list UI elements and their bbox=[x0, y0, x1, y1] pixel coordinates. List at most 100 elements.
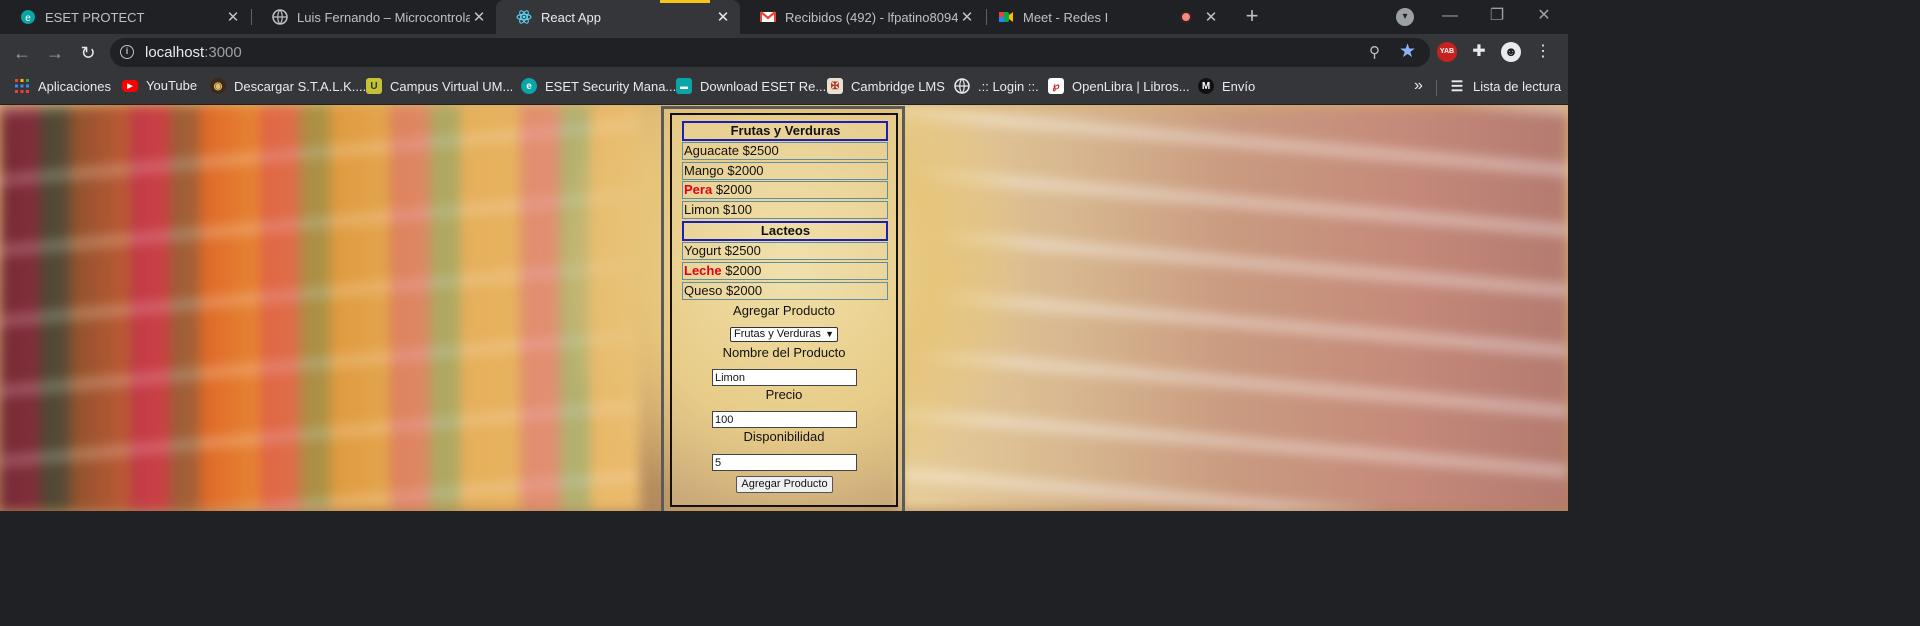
stalker-icon: ◉ bbox=[210, 78, 226, 94]
tab-search-icon[interactable]: ▾ bbox=[1396, 8, 1414, 26]
bookmark-youtube[interactable]: ▶ YouTube bbox=[122, 78, 197, 93]
tab-title: Recibidos (492) - lfpatino80947@ bbox=[785, 9, 958, 25]
address-bar[interactable]: i localhost:3000 ⚲ ★ bbox=[110, 38, 1430, 67]
product-name: Limon bbox=[684, 202, 720, 217]
bookmarks-overflow-icon[interactable]: » bbox=[1414, 77, 1423, 95]
bookmarks-bar: Aplicaciones ▶ YouTube ◉ Descargar S.T.A… bbox=[0, 71, 1568, 105]
list-item: Limon $100 bbox=[682, 201, 888, 219]
zoom-icon[interactable]: ⚲ bbox=[1369, 43, 1380, 61]
restore-icon[interactable]: ❐ bbox=[1487, 6, 1507, 26]
price-label: Precio bbox=[765, 387, 803, 402]
tab-title: Luis Fernando – Microcontrolado bbox=[297, 9, 470, 25]
gmail-icon bbox=[760, 9, 776, 25]
bookmark-login[interactable]: .:: Login ::. bbox=[954, 78, 1039, 94]
close-tab-icon[interactable]: ✕ bbox=[1202, 8, 1220, 26]
bookmark-openlibra[interactable]: ℘ OpenLibra | Libros... bbox=[1048, 78, 1190, 94]
extension-badge: YAB bbox=[1439, 48, 1455, 55]
tab-title: ESET PROTECT bbox=[45, 9, 145, 25]
bookmark-eset-security[interactable]: e ESET Security Mana... bbox=[521, 78, 676, 94]
profile-avatar-icon[interactable]: ☻ bbox=[1501, 42, 1521, 62]
stock-label: Disponibilidad bbox=[743, 429, 825, 444]
react-icon bbox=[516, 9, 532, 25]
tab-title: Meet - Redes I bbox=[1023, 9, 1109, 25]
bookmark-cambridge[interactable]: ✠ Cambridge LMS bbox=[827, 78, 945, 94]
price-input[interactable] bbox=[712, 411, 857, 428]
reading-list-icon: ☰ bbox=[1450, 77, 1464, 94]
youtube-icon: ▶ bbox=[122, 79, 138, 92]
list-item: Mango $2000 bbox=[682, 162, 888, 180]
tab-loading-indicator bbox=[660, 0, 710, 3]
tab-gmail[interactable]: Recibidos (492) - lfpatino80947@ ✕ bbox=[740, 0, 984, 34]
forward-icon[interactable]: → bbox=[44, 42, 66, 64]
list-item: Queso $2000 bbox=[682, 282, 888, 300]
tab-react-app[interactable]: React App ✕ bbox=[496, 0, 740, 34]
bookmark-label: YouTube bbox=[146, 78, 198, 93]
bookmark-label: Cambridge LMS bbox=[851, 78, 945, 94]
product-price: $2500 bbox=[742, 143, 779, 158]
bookmark-label: Download ESET Re... bbox=[700, 78, 827, 94]
product-price: $100 bbox=[723, 202, 752, 217]
stock-input[interactable] bbox=[712, 454, 857, 471]
reading-list-label: Lista de lectura bbox=[1473, 78, 1562, 94]
close-tab-icon[interactable]: ✕ bbox=[958, 8, 976, 26]
tab-strip: e ESET PROTECT ✕ Luis Fernando – Microco… bbox=[0, 0, 1568, 34]
apps-grid-icon bbox=[14, 78, 30, 94]
category-header-lacteos: Lacteos bbox=[682, 221, 888, 241]
new-tab-button[interactable]: + bbox=[1240, 5, 1264, 29]
product-name-input[interactable] bbox=[712, 369, 857, 386]
chevron-down-icon: ▼ bbox=[825, 329, 834, 339]
bookmark-stalker[interactable]: ◉ Descargar S.T.A.L.K.... bbox=[210, 78, 366, 94]
background-image-left bbox=[0, 105, 640, 511]
browser-toolbar: ← → ↻ i localhost:3000 ⚲ ★ YAB ✚ ☻ ⋮ bbox=[0, 34, 1568, 71]
add-product-heading: Agregar Producto bbox=[733, 303, 835, 318]
tab-microcontrolado[interactable]: Luis Fernando – Microcontrolado ✕ bbox=[252, 0, 496, 34]
motorola-icon: M bbox=[1198, 78, 1214, 94]
close-tab-icon[interactable]: ✕ bbox=[470, 8, 488, 26]
bookmark-label: Envío bbox=[1222, 78, 1256, 94]
product-name: Leche bbox=[684, 263, 722, 278]
extensions-puzzle-icon[interactable]: ✚ bbox=[1469, 42, 1489, 62]
site-info-icon[interactable]: i bbox=[120, 45, 134, 59]
bookmark-label: Aplicaciones bbox=[38, 78, 111, 94]
close-window-icon[interactable]: ✕ bbox=[1534, 6, 1554, 26]
menu-kebab-icon[interactable]: ⋮ bbox=[1533, 42, 1553, 62]
eset-icon: e bbox=[521, 78, 537, 94]
close-tab-icon[interactable]: ✕ bbox=[224, 8, 242, 26]
category-select-value: Frutas y Verduras bbox=[734, 328, 821, 340]
bookmark-label: Campus Virtual UM... bbox=[390, 78, 514, 94]
product-price: $2000 bbox=[715, 182, 752, 197]
cambridge-icon: ✠ bbox=[827, 78, 843, 94]
page-viewport: Frutas y Verduras Aguacate $2500 Mango $… bbox=[0, 105, 1568, 511]
product-panel: Frutas y Verduras Aguacate $2500 Mango $… bbox=[670, 113, 898, 507]
bookmark-label: Descargar S.T.A.L.K.... bbox=[234, 78, 367, 94]
close-tab-icon[interactable]: ✕ bbox=[714, 8, 732, 26]
product-name: Mango bbox=[684, 163, 724, 178]
product-price: $2500 bbox=[724, 243, 761, 258]
tab-eset-protect[interactable]: e ESET PROTECT ✕ bbox=[0, 0, 250, 34]
yab-extension-icon[interactable]: YAB bbox=[1437, 42, 1457, 62]
bookmark-envio[interactable]: M Envío bbox=[1198, 78, 1255, 94]
list-item: Pera $2000 bbox=[682, 181, 888, 199]
bookmark-star-icon[interactable]: ★ bbox=[1399, 40, 1416, 63]
tab-title: React App bbox=[541, 9, 601, 25]
category-title: Frutas y Verduras bbox=[730, 123, 841, 138]
url-text[interactable]: localhost:3000 bbox=[145, 44, 242, 61]
bookmark-download-eset[interactable]: ▬ Download ESET Re... bbox=[676, 78, 826, 94]
tab-meet[interactable]: Meet - Redes I ✕ bbox=[978, 0, 1228, 34]
product-price: $2000 bbox=[725, 263, 762, 278]
add-product-button[interactable]: Agregar Producto bbox=[736, 476, 833, 493]
bookmark-campus-virtual[interactable]: U Campus Virtual UM... bbox=[366, 78, 513, 94]
download-icon: ▬ bbox=[676, 78, 692, 94]
reload-icon[interactable]: ↻ bbox=[77, 42, 99, 64]
back-icon[interactable]: ← bbox=[11, 42, 33, 64]
svg-text:e: e bbox=[25, 13, 31, 24]
product-price: $2000 bbox=[727, 163, 764, 178]
minimize-icon[interactable]: — bbox=[1440, 6, 1460, 26]
bookmark-label: OpenLibra | Libros... bbox=[1072, 78, 1190, 94]
recording-icon bbox=[1180, 11, 1192, 23]
reading-list-button[interactable]: ☰ Lista de lectura bbox=[1449, 78, 1561, 94]
bookmark-aplicaciones[interactable]: Aplicaciones bbox=[14, 78, 111, 94]
category-header-frutas: Frutas y Verduras bbox=[682, 121, 888, 141]
globe-icon bbox=[272, 9, 288, 25]
category-select[interactable]: Frutas y Verduras ▼ bbox=[730, 327, 838, 342]
